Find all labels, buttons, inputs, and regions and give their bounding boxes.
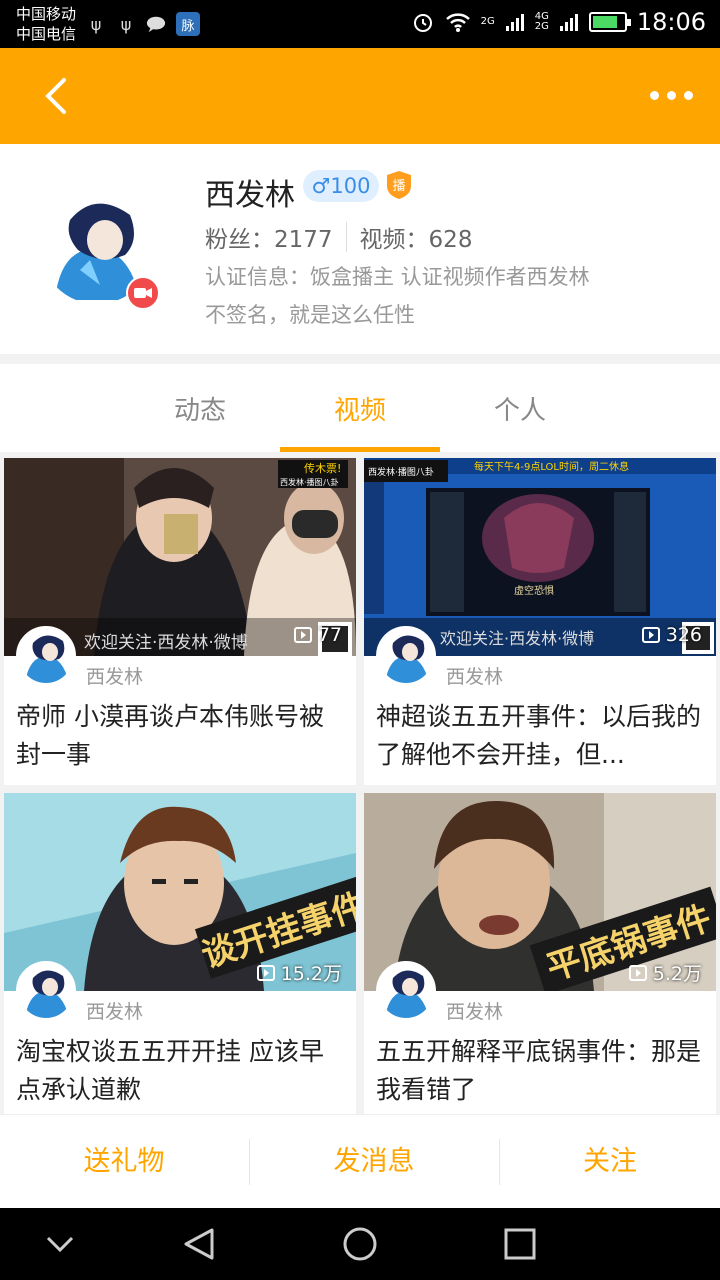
fans-count: 粉丝：2177 xyxy=(205,227,333,253)
profile-name: 西发林 xyxy=(205,178,295,213)
profile-stats: 粉丝：2177 视频：628 xyxy=(205,220,472,254)
svg-text:西发林·播图八卦: 西发林·播图八卦 xyxy=(280,477,339,487)
author-name: 西发林 xyxy=(86,666,144,688)
level-badge: ♂100 xyxy=(303,170,379,202)
signal-icon xyxy=(505,14,524,31)
live-camera-icon xyxy=(126,276,160,310)
video-card[interactable]: 平底锅事件 5.2万 西发林 五五开解释平底锅事件：那是我看错了 xyxy=(364,793,716,1120)
profile-info: 认证信息：饭盒播主 认证视频作者西发林 不签名，就是这么任性 xyxy=(205,258,590,334)
author-avatar[interactable] xyxy=(376,626,436,686)
author-name: 西发林 xyxy=(86,1001,144,1023)
video-card[interactable]: 每天下午4-9点LOL时间，周二休息 虚空恐惧 西发林·播图八卦 欢迎关注·西发… xyxy=(364,458,716,785)
usb-icon: ψ xyxy=(120,14,132,34)
signature: 不签名，就是这么任性 xyxy=(205,303,415,327)
status-bar: 中国移动 中国电信 ψ ψ 脉 2G 4G 2G 18:06 xyxy=(0,0,720,48)
tab-feed[interactable]: 动态 xyxy=(120,390,280,427)
carrier-info: 中国移动 中国电信 xyxy=(16,5,77,43)
video-title[interactable]: 淘宝权谈五五开开挂 应该早点承认道歉 xyxy=(16,1033,348,1109)
play-icon xyxy=(628,964,647,981)
battery-icon xyxy=(588,12,631,32)
play-icon xyxy=(641,627,660,643)
tab-personal[interactable]: 个人 xyxy=(440,390,600,427)
video-title[interactable]: 神超谈五五开事件：以后我的了解他不会开挂，但... xyxy=(376,698,708,774)
tab-indicator xyxy=(280,447,440,452)
back-nav-icon[interactable] xyxy=(182,1226,218,1262)
profile-header: 西发林 ♂100 播 粉丝：2177 视频：628 认证信息：饭盒播主 认证视频… xyxy=(0,144,720,354)
video-title[interactable]: 帝师 小漠再谈卢本伟账号被封一事 xyxy=(16,698,348,774)
chat-icon xyxy=(146,13,166,35)
play-count: 326 xyxy=(641,624,702,646)
play-count: 77 xyxy=(293,624,342,646)
svg-text:欢迎关注·西发林·微博: 欢迎关注·西发林·微博 xyxy=(84,633,248,653)
author-name: 西发林 xyxy=(446,1001,504,1023)
play-icon xyxy=(293,627,312,643)
svg-text:欢迎关注·西发林·微博: 欢迎关注·西发林·微博 xyxy=(440,629,594,648)
svg-text:每天下午4-9点LOL时间，周二休息: 每天下午4-9点LOL时间，周二休息 xyxy=(474,460,629,473)
play-icon xyxy=(256,964,275,981)
author-name: 西发林 xyxy=(446,666,504,688)
author-avatar[interactable] xyxy=(16,626,76,686)
follow-button[interactable]: 关注 xyxy=(490,1115,720,1209)
signal-icon xyxy=(559,14,578,31)
broadcaster-badge-icon: 播 xyxy=(387,171,411,199)
recents-icon[interactable] xyxy=(504,1228,536,1260)
video-card[interactable]: 传木票! 西发林·播图八卦 欢迎关注·西发林·微博 77 西发林 帝师 小漠再谈… xyxy=(4,458,356,785)
divider xyxy=(345,222,347,252)
tab-videos[interactable]: 视频 xyxy=(280,390,440,427)
collapse-icon[interactable] xyxy=(44,1232,76,1256)
wifi-icon xyxy=(445,13,470,32)
svg-text:播: 播 xyxy=(392,179,405,194)
home-icon[interactable] xyxy=(342,1226,378,1262)
play-count: 5.2万 xyxy=(628,959,702,986)
video-card[interactable]: 谈开挂事件 15.2万 西发林 淘宝权谈五五开开挂 应该早点承认道歉 xyxy=(4,793,356,1120)
send-message-button[interactable]: 发消息 xyxy=(254,1115,494,1209)
send-gift-button[interactable]: 送礼物 xyxy=(4,1115,244,1209)
usb-icon: ψ xyxy=(90,14,102,34)
author-avatar[interactable] xyxy=(376,961,436,1021)
mai-app-icon: 脉 xyxy=(176,12,200,36)
system-nav-bar xyxy=(0,1208,720,1280)
alarm-icon xyxy=(413,14,432,32)
author-avatar[interactable] xyxy=(16,961,76,1021)
clock: 18:06 xyxy=(636,8,706,36)
back-icon[interactable] xyxy=(38,76,78,116)
play-count: 15.2万 xyxy=(256,959,342,986)
divider xyxy=(249,1139,250,1185)
video-count: 视频：628 xyxy=(359,227,473,253)
video-title[interactable]: 五五开解释平底锅事件：那是我看错了 xyxy=(376,1033,708,1109)
more-icon[interactable] xyxy=(646,80,696,110)
svg-text:虚空恐惧: 虚空恐惧 xyxy=(514,584,554,597)
top-bar xyxy=(0,48,720,144)
svg-text:西发林·播图八卦: 西发林·播图八卦 xyxy=(368,466,434,478)
bottom-action-bar: 送礼物 发消息 关注 xyxy=(0,1114,720,1208)
certification-info: 认证信息：饭盒播主 认证视频作者西发林 xyxy=(205,265,590,289)
network-type-label: 4G 2G xyxy=(534,11,549,32)
network-2g-label: 2G xyxy=(480,16,495,27)
svg-text:传木票!: 传木票! xyxy=(304,462,341,475)
tab-bar: 动态 视频 个人 xyxy=(0,364,720,452)
